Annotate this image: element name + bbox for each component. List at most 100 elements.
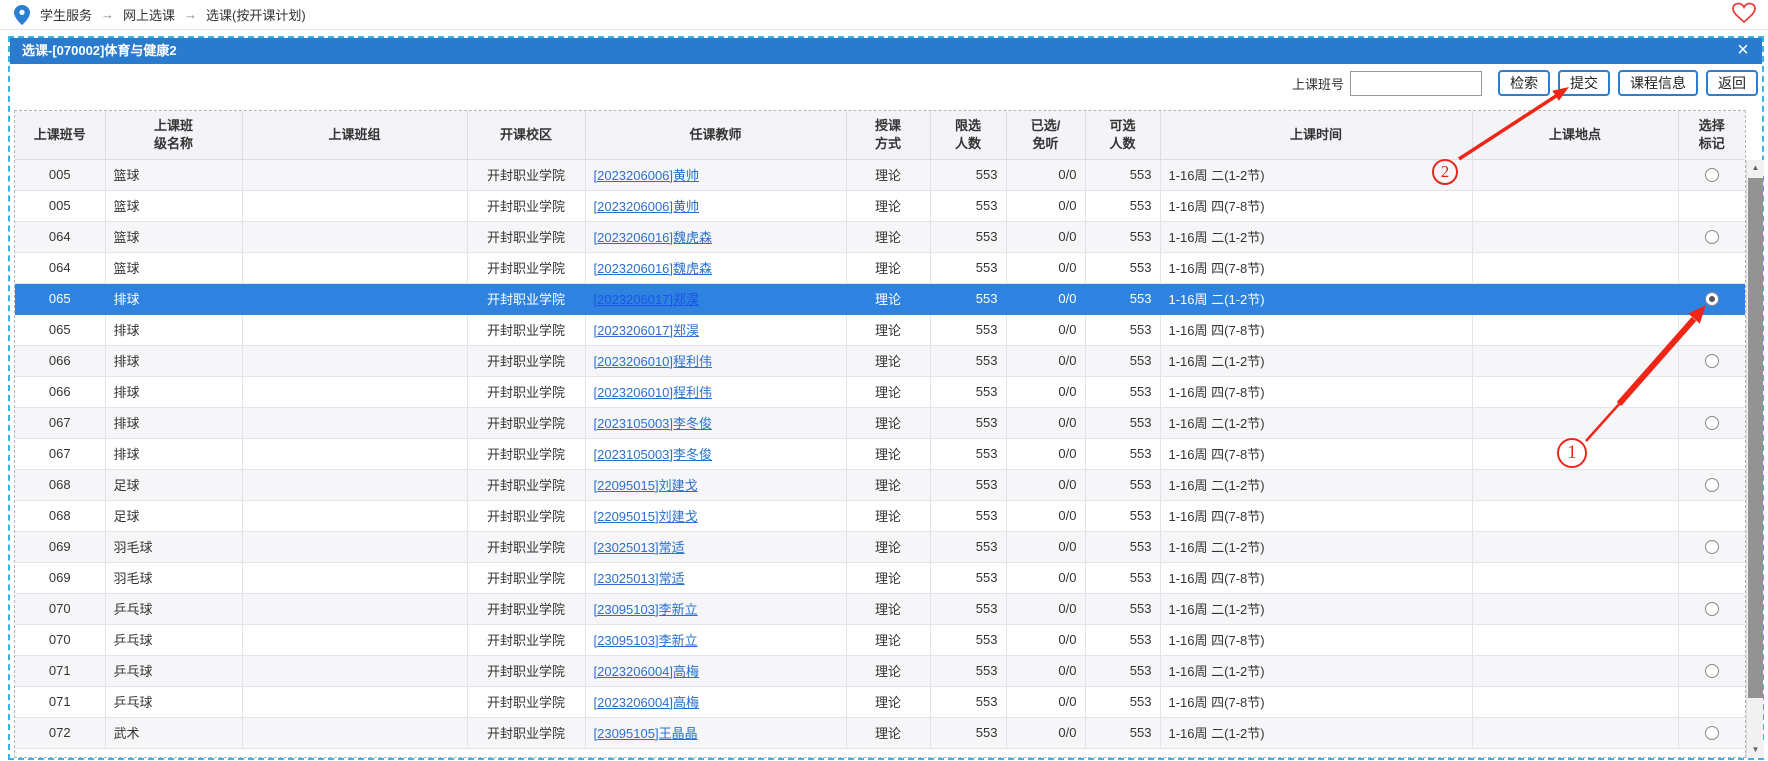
scroll-down-icon[interactable]: ▼ xyxy=(1747,742,1764,758)
select-radio[interactable] xyxy=(1705,168,1719,182)
scroll-up-icon[interactable]: ▲ xyxy=(1747,160,1764,176)
table-row[interactable]: 070乒乓球开封职业学院[23095103]李新立理论5530/05531-16… xyxy=(15,624,1745,655)
cell-class_no: 066 xyxy=(15,376,105,407)
teacher-link[interactable]: [23095105]王晶晶 xyxy=(594,726,698,741)
cell-class_name: 乒乓球 xyxy=(105,686,242,717)
cell-class_group xyxy=(242,252,467,283)
table-row[interactable]: 005篮球开封职业学院[2023206006]黄帅理论5530/05531-16… xyxy=(15,190,1745,221)
teacher-link[interactable]: [2023105003]李冬俊 xyxy=(594,447,713,462)
column-header: 开课校区 xyxy=(467,111,585,159)
select-radio[interactable] xyxy=(1705,354,1719,368)
back-button[interactable]: 返回 xyxy=(1706,70,1758,96)
cell-mode: 理论 xyxy=(846,159,930,190)
table-row[interactable]: 071乒乓球开封职业学院[2023206004]高梅理论5530/05531-1… xyxy=(15,655,1745,686)
cell-chosen: 0/0 xyxy=(1006,717,1085,748)
teacher-link[interactable]: [23095103]李新立 xyxy=(594,633,698,648)
cell-class_no: 005 xyxy=(15,159,105,190)
cell-mode: 理论 xyxy=(846,469,930,500)
select-radio[interactable] xyxy=(1705,664,1719,678)
teacher-link[interactable]: [2023105003]李冬俊 xyxy=(594,416,713,431)
cell-chosen: 0/0 xyxy=(1006,283,1085,314)
teacher-link[interactable]: [2023206016]魏虎森 xyxy=(594,230,713,245)
select-radio[interactable] xyxy=(1705,726,1719,740)
search-button[interactable]: 检索 xyxy=(1498,70,1550,96)
teacher-link[interactable]: [23025013]常适 xyxy=(594,571,685,586)
submit-button[interactable]: 提交 xyxy=(1558,70,1610,96)
cell-available: 553 xyxy=(1085,717,1160,748)
table-row[interactable]: 070乒乓球开封职业学院[23095103]李新立理论5530/05531-16… xyxy=(15,593,1745,624)
close-icon[interactable]: × xyxy=(1732,38,1754,64)
table-row[interactable]: 071乒乓球开封职业学院[2023206004]高梅理论5530/05531-1… xyxy=(15,686,1745,717)
cell-limit: 553 xyxy=(930,407,1006,438)
cell-limit: 553 xyxy=(930,376,1006,407)
cell-campus: 开封职业学院 xyxy=(467,283,585,314)
select-radio[interactable] xyxy=(1705,540,1719,554)
cell-class_group xyxy=(242,407,467,438)
table-row[interactable]: 064篮球开封职业学院[2023206016]魏虎森理论5530/05531-1… xyxy=(15,221,1745,252)
teacher-link[interactable]: [2023206006]黄帅 xyxy=(594,199,700,214)
cell-teacher: [2023206006]黄帅 xyxy=(585,159,846,190)
scrollbar-thumb[interactable] xyxy=(1748,178,1763,698)
cell-limit: 553 xyxy=(930,500,1006,531)
teacher-link[interactable]: [23095103]李新立 xyxy=(594,602,698,617)
cell-radio xyxy=(1678,717,1745,748)
table-row[interactable]: 068足球开封职业学院[22095015]刘建戈理论5530/05531-16周… xyxy=(15,500,1745,531)
table-row[interactable]: 069羽毛球开封职业学院[23025013]常适理论5530/05531-16周… xyxy=(15,531,1745,562)
cell-chosen: 0/0 xyxy=(1006,438,1085,469)
column-header: 已选/ 免听 xyxy=(1006,111,1085,159)
class-no-input[interactable] xyxy=(1350,71,1482,96)
cell-class_no: 069 xyxy=(15,562,105,593)
column-header: 上课地点 xyxy=(1472,111,1678,159)
cell-class_group xyxy=(242,376,467,407)
table-row[interactable]: 065排球开封职业学院[2023206017]郑淏理论5530/05531-16… xyxy=(15,283,1745,314)
select-radio[interactable] xyxy=(1705,478,1719,492)
cell-location xyxy=(1472,593,1678,624)
teacher-link[interactable]: [23025013]常适 xyxy=(594,540,685,555)
cell-campus: 开封职业学院 xyxy=(467,190,585,221)
table-row[interactable]: 068足球开封职业学院[22095015]刘建戈理论5530/05531-16周… xyxy=(15,469,1745,500)
cell-class_no: 072 xyxy=(15,717,105,748)
favorite-heart-icon[interactable] xyxy=(1731,2,1757,24)
table-row[interactable]: 065排球开封职业学院[2023206017]郑淏理论5530/05531-16… xyxy=(15,314,1745,345)
select-radio[interactable] xyxy=(1705,416,1719,430)
teacher-link[interactable]: [2023206016]魏虎森 xyxy=(594,261,713,276)
cell-time: 1-16周 四(7-8节) xyxy=(1160,624,1472,655)
cell-class_name: 武术 xyxy=(105,717,242,748)
course-info-button[interactable]: 课程信息 xyxy=(1618,70,1698,96)
breadcrumb-item-select-by-plan[interactable]: 选课(按开课计划) xyxy=(206,5,306,24)
teacher-link[interactable]: [2023206017]郑淏 xyxy=(594,292,700,307)
table-row[interactable]: 064篮球开封职业学院[2023206016]魏虎森理论5530/05531-1… xyxy=(15,252,1745,283)
teacher-link[interactable]: [2023206010]程利伟 xyxy=(594,385,713,400)
cell-radio xyxy=(1678,283,1745,314)
teacher-link[interactable]: [2023206004]高梅 xyxy=(594,695,700,710)
teacher-link[interactable]: [2023206017]郑淏 xyxy=(594,323,700,338)
select-radio[interactable] xyxy=(1705,292,1719,306)
cell-class_name: 篮球 xyxy=(105,159,242,190)
breadcrumb-item-online-course-selection[interactable]: 网上选课 xyxy=(123,5,175,24)
select-radio[interactable] xyxy=(1705,602,1719,616)
cell-limit: 553 xyxy=(930,469,1006,500)
table-row[interactable]: 069羽毛球开封职业学院[23025013]常适理论5530/05531-16周… xyxy=(15,562,1745,593)
teacher-link[interactable]: [2023206006]黄帅 xyxy=(594,168,700,183)
table-row[interactable]: 005篮球开封职业学院[2023206006]黄帅理论5530/05531-16… xyxy=(15,159,1745,190)
vertical-scrollbar[interactable]: ▲ ▼ xyxy=(1746,160,1763,758)
table-row[interactable]: 072武术开封职业学院[23095105]王晶晶理论5530/05531-16周… xyxy=(15,717,1745,748)
table-row[interactable]: 066排球开封职业学院[2023206010]程利伟理论5530/05531-1… xyxy=(15,345,1745,376)
cell-class_no: 066 xyxy=(15,345,105,376)
table-row[interactable]: 066排球开封职业学院[2023206010]程利伟理论5530/05531-1… xyxy=(15,376,1745,407)
breadcrumb-item-student-services[interactable]: 学生服务 xyxy=(40,5,92,24)
course-table: 上课班号上课班 级名称上课班组开课校区任课教师授课 方式限选 人数已选/ 免听可… xyxy=(14,110,1746,758)
table-row[interactable]: 067排球开封职业学院[2023105003]李冬俊理论5530/05531-1… xyxy=(15,438,1745,469)
teacher-link[interactable]: [22095015]刘建戈 xyxy=(594,509,698,524)
select-radio[interactable] xyxy=(1705,230,1719,244)
cell-teacher: [2023206010]程利伟 xyxy=(585,376,846,407)
teacher-link[interactable]: [22095015]刘建戈 xyxy=(594,478,698,493)
cell-radio xyxy=(1678,376,1745,407)
teacher-link[interactable]: [2023206010]程利伟 xyxy=(594,354,713,369)
teacher-link[interactable]: [2023206004]高梅 xyxy=(594,664,700,679)
cell-class_name: 篮球 xyxy=(105,190,242,221)
cell-chosen: 0/0 xyxy=(1006,407,1085,438)
cell-radio xyxy=(1678,500,1745,531)
cell-available: 553 xyxy=(1085,159,1160,190)
table-row[interactable]: 067排球开封职业学院[2023105003]李冬俊理论5530/05531-1… xyxy=(15,407,1745,438)
